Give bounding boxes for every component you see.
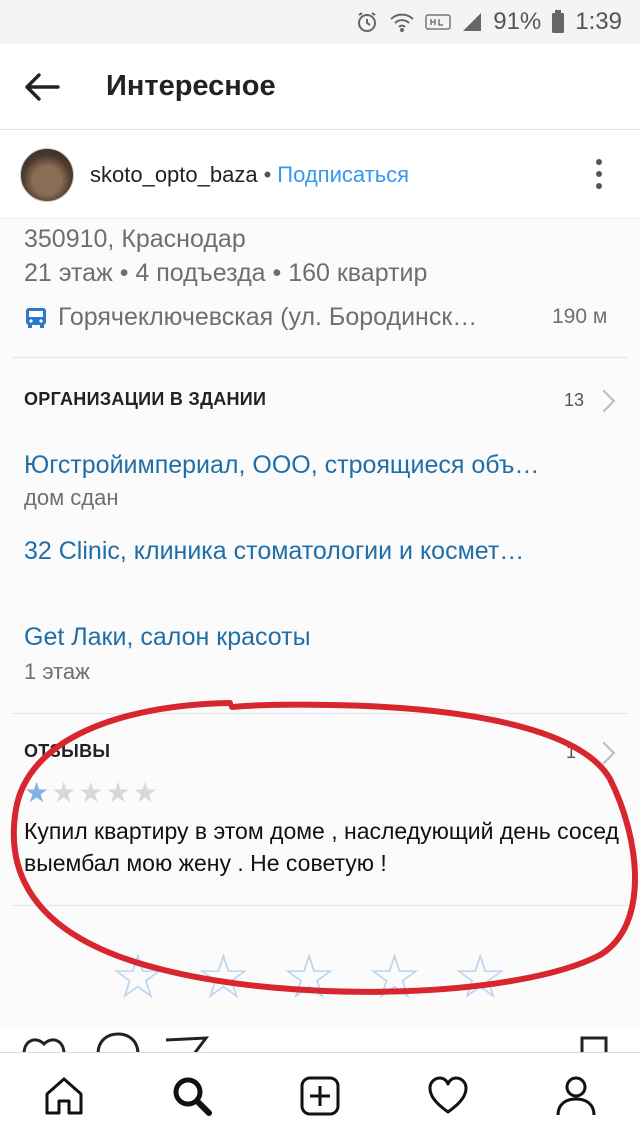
rate-star-icon[interactable]: ☆ — [452, 947, 508, 1009]
transit-stop: Горячеключевская (ул. Бородинск… — [24, 303, 477, 332]
org-item-detail: 1 этаж — [24, 659, 90, 684]
more-options-icon[interactable] — [596, 159, 606, 189]
profile-icon[interactable] — [544, 1064, 608, 1128]
org-item-name[interactable]: Get Лаки, салон красоты — [24, 623, 311, 652]
battery-percent: 91% — [493, 8, 542, 35]
reviews-count: 1 — [566, 742, 577, 762]
heart-icon[interactable] — [416, 1064, 480, 1128]
stop-distance: 190 м — [552, 305, 608, 328]
star-icon: ★ — [24, 777, 50, 808]
battery-icon — [551, 10, 565, 34]
hd-volte-icon — [425, 12, 451, 32]
signal-icon — [461, 11, 483, 33]
rate-star-icon[interactable]: ☆ — [196, 947, 252, 1009]
home-icon[interactable] — [32, 1064, 96, 1128]
divider — [12, 713, 628, 714]
post-header: skoto_opto_baza • Подписаться — [0, 131, 640, 219]
status-bar: 91% 1:39 — [0, 0, 640, 44]
separator-dot: • — [263, 161, 272, 187]
post-photo[interactable]: 350910, Краснодар 21 этаж • 4 подъезда •… — [0, 219, 640, 1051]
chevron-right-icon[interactable] — [592, 389, 616, 413]
org-item-detail: дом сдан — [24, 485, 119, 510]
review-rating: ★ ★ ★ ★ ★ — [24, 779, 158, 807]
alarm-icon — [355, 10, 379, 34]
follow-button[interactable]: Подписаться — [277, 162, 409, 188]
wifi-icon — [389, 11, 415, 33]
divider — [12, 357, 628, 358]
rate-stars: ☆ ☆ ☆ ☆ ☆ — [110, 947, 508, 1009]
post-actions — [0, 1030, 640, 1054]
clock: 1:39 — [575, 8, 622, 35]
stop-name: Горячеключевская (ул. Бородинск… — [58, 303, 478, 331]
rate-star-icon[interactable]: ☆ — [281, 947, 337, 1009]
app-bar: Интересное — [0, 44, 640, 130]
review-text: Купил квартиру в этом доме , наследующий… — [24, 818, 619, 876]
org-item-name[interactable]: Югстройимпериал, ООО, строящиеся объ… — [24, 451, 539, 480]
organizations-count: 13 — [564, 390, 585, 410]
search-icon[interactable] — [160, 1064, 224, 1128]
chevron-right-icon[interactable] — [592, 741, 616, 765]
building-info: 21 этаж • 4 подъезда • 160 квартир — [24, 259, 428, 287]
reviews-header: ОТЗЫВЫ — [24, 741, 111, 761]
org-item-name[interactable]: 32 Clinic, клиника стоматологии и космет… — [24, 537, 524, 566]
star-icon: ★ — [132, 777, 158, 808]
bottom-tab-bar — [0, 1052, 640, 1139]
address: 350910, Краснодар — [24, 225, 246, 253]
organizations-header: ОРГАНИЗАЦИИ В ЗДАНИИ — [24, 389, 267, 409]
bus-icon — [24, 306, 48, 330]
add-post-icon[interactable] — [288, 1064, 352, 1128]
divider — [12, 905, 628, 906]
star-icon: ★ — [78, 777, 104, 808]
star-icon: ★ — [105, 777, 131, 808]
back-arrow-icon[interactable] — [12, 57, 72, 117]
star-icon: ★ — [51, 777, 77, 808]
rate-star-icon[interactable]: ☆ — [110, 947, 166, 1009]
rate-star-icon[interactable]: ☆ — [367, 947, 423, 1009]
avatar[interactable] — [20, 147, 74, 202]
page-title: Интересное — [106, 70, 276, 102]
username[interactable]: skoto_opto_baza — [90, 162, 258, 188]
